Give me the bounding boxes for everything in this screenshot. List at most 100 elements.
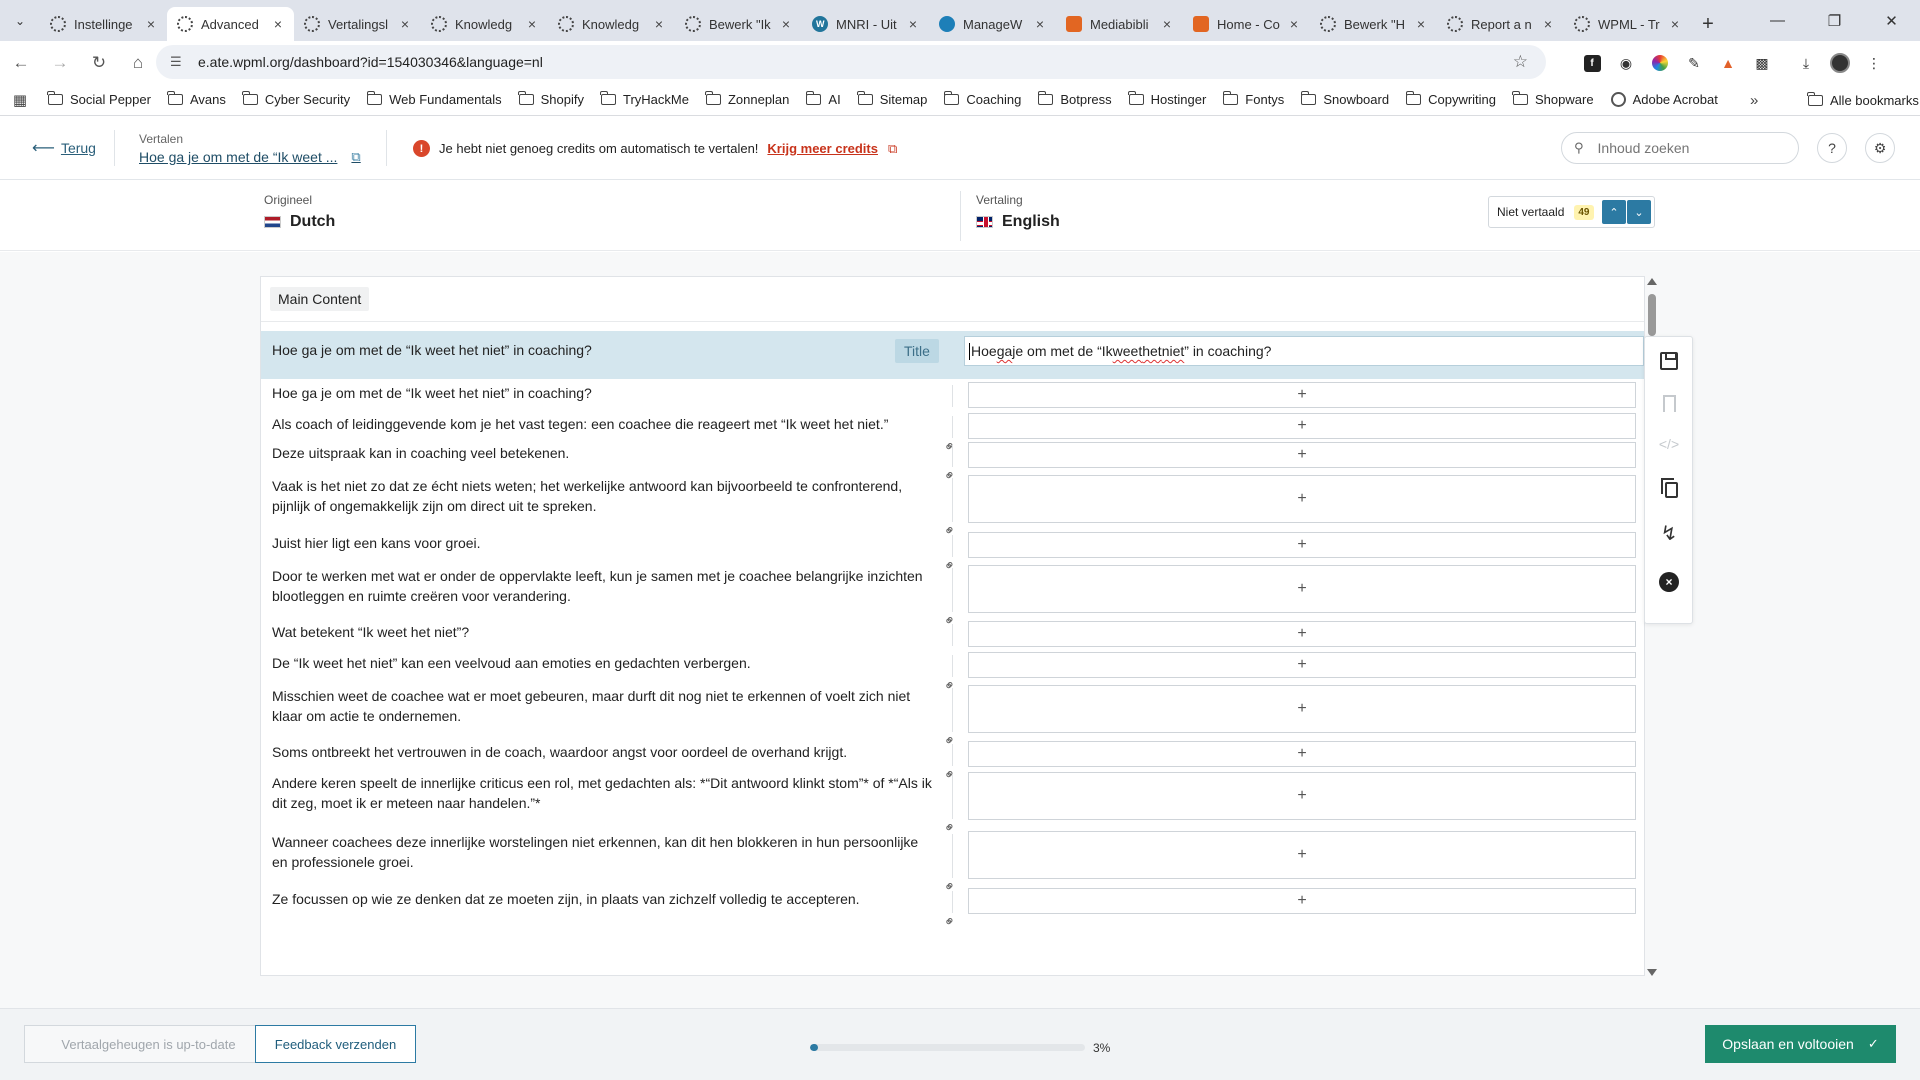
previous-segment-button[interactable]: ⌃ (1602, 200, 1626, 224)
segment-row[interactable]: Door te werken met wat er onder de opper… (261, 562, 1644, 630)
scroll-up-icon[interactable] (1647, 278, 1657, 285)
back-link[interactable]: ⟵ Terug (32, 138, 96, 158)
close-tab-icon[interactable]: × (524, 16, 540, 32)
spelling-error-word[interactable]: het (1142, 343, 1161, 359)
add-translation-field[interactable]: + (968, 772, 1636, 820)
document-title[interactable]: Hoe ga je om met de “Ik weet ... (139, 149, 337, 165)
bookmark-label[interactable]: Avans (190, 92, 226, 107)
close-tab-icon[interactable]: × (143, 16, 159, 32)
document-title-link[interactable]: Hoe ga je om met de “Ik weet ... ⧉ (139, 149, 361, 165)
close-tab-icon[interactable]: × (270, 16, 286, 32)
bookmark-label[interactable]: Zonneplan (728, 92, 789, 107)
restore-icon[interactable]: ❐ (1806, 0, 1863, 41)
bookmark-label[interactable]: Coaching (966, 92, 1021, 107)
browser-tab[interactable]: MNRI - Uit× (802, 7, 929, 41)
bookmark-item[interactable]: Web Fundamentals (359, 87, 511, 113)
link-segments-icon[interactable]: ⚭ (940, 911, 960, 931)
bookmark-item[interactable]: Shopify (511, 87, 593, 113)
tab-label[interactable]: Knowledg (455, 17, 524, 32)
address-bar[interactable]: ☰ e.ate.wpml.org/dashboard?id=154030346&… (156, 45, 1546, 79)
tab-label[interactable]: ManageW (963, 17, 1032, 32)
close-tab-icon[interactable]: × (1413, 16, 1429, 32)
plus-icon[interactable]: + (1297, 386, 1306, 404)
extension-f-icon[interactable]: f (1575, 50, 1609, 76)
bookmark-item[interactable]: Social Pepper (40, 87, 160, 113)
plus-icon[interactable]: + (1297, 892, 1306, 910)
kebab-menu-icon[interactable]: ⋮ (1857, 50, 1891, 76)
next-segment-button[interactable]: ⌄ (1627, 200, 1651, 224)
active-segment-row[interactable]: Hoe ga je om met de “Ik weet het niet” i… (261, 331, 1644, 379)
active-translation-input[interactable]: Hoe ga je om met de “Ik weet het niet” i… (964, 336, 1644, 366)
tab-label[interactable]: Instellinge (74, 17, 143, 32)
close-tab-icon[interactable]: × (1540, 16, 1556, 32)
plus-icon[interactable]: + (1297, 787, 1306, 805)
segment-row[interactable]: Andere keren speelt de innerlijke critic… (261, 769, 1644, 837)
plus-icon[interactable]: + (1297, 656, 1306, 674)
target-text[interactable]: ” in coaching? (1184, 343, 1271, 359)
download-icon[interactable]: ⤓ (1789, 50, 1823, 76)
puzzle-icon[interactable]: ▩ (1745, 50, 1779, 76)
close-segment-button[interactable]: × (1645, 562, 1693, 602)
segment-row[interactable]: Misschien weet de coachee wat er moet ge… (261, 682, 1644, 750)
segment-row[interactable]: De “Ik weet het niet” kan een veelvoud a… (261, 649, 1644, 695)
tab-label[interactable]: WPML - Tr (1598, 17, 1667, 32)
bookmark-item[interactable]: Coaching (936, 87, 1030, 113)
plus-icon[interactable]: + (1297, 446, 1306, 464)
external-link-icon[interactable]: ⧉ (888, 141, 897, 157)
close-tab-icon[interactable]: × (1159, 16, 1175, 32)
spelling-error-word[interactable]: niet (1162, 343, 1185, 359)
copy-source-button[interactable] (1645, 468, 1693, 508)
external-link-icon[interactable]: ⧉ (351, 149, 360, 165)
bookmark-item[interactable]: Zonneplan (698, 87, 798, 113)
add-translation-field[interactable]: + (968, 831, 1636, 879)
bookmark-label[interactable]: Social Pepper (70, 92, 151, 107)
url-text[interactable]: e.ate.wpml.org/dashboard?id=154030346&la… (198, 54, 543, 70)
add-translation-field[interactable]: + (968, 741, 1636, 767)
tab-label[interactable]: Report a n (1471, 17, 1540, 32)
bookmark-item[interactable]: Avans (160, 87, 235, 113)
code-tags-button[interactable]: </> (1645, 424, 1693, 464)
browser-tab[interactable]: Knowledg × (421, 7, 548, 41)
segment-row[interactable]: Juist hier ligt een kans voor groei. + ⚭ (261, 529, 1644, 575)
save-segment-button[interactable] (1645, 341, 1693, 381)
back-arrow-icon[interactable]: ← (3, 45, 39, 81)
bookmark-item[interactable]: Sitemap (850, 87, 937, 113)
send-feedback-button[interactable]: Feedback verzenden (255, 1025, 416, 1063)
target-text[interactable]: Hoe (971, 343, 997, 359)
segment-row[interactable]: Ze focussen op wie ze denken dat ze moet… (261, 885, 1644, 931)
plus-icon[interactable]: + (1297, 700, 1306, 718)
segment-row[interactable]: Vaak is het niet zo dat ze écht niets we… (261, 472, 1644, 540)
segment-row[interactable]: Wanneer coachees deze innerlijke worstel… (261, 828, 1644, 896)
browser-tab[interactable]: Instellinge × (40, 7, 167, 41)
close-tab-icon[interactable]: × (1667, 16, 1683, 32)
add-translation-field[interactable]: + (968, 475, 1636, 523)
add-translation-field[interactable]: + (968, 382, 1636, 408)
browser-tab[interactable]: Bewerk "H × (1310, 7, 1437, 41)
browser-tab[interactable]: ManageW × (929, 7, 1056, 41)
plus-icon[interactable]: + (1297, 580, 1306, 598)
plus-icon[interactable]: + (1297, 417, 1306, 435)
bookmark-label[interactable]: Botpress (1060, 92, 1111, 107)
bookmark-item[interactable]: Fontys (1215, 87, 1293, 113)
all-bookmarks[interactable]: Alle bookmarks (1800, 87, 1920, 113)
bookmark-label[interactable]: Adobe Acrobat (1633, 92, 1718, 107)
bookmark-label[interactable]: AI (828, 92, 840, 107)
forward-arrow-icon[interactable]: → (42, 45, 78, 81)
bookmark-label[interactable]: Snowboard (1323, 92, 1389, 107)
scroll-thumb[interactable] (1648, 294, 1656, 336)
add-translation-field[interactable]: + (968, 652, 1636, 678)
plus-icon[interactable]: + (1297, 536, 1306, 554)
bookmark-label[interactable]: Shopware (1535, 92, 1594, 107)
browser-tab[interactable]: Home - Co × (1183, 7, 1310, 41)
tab-label[interactable]: Bewerk "H (1344, 17, 1413, 32)
tab-search-chevron-icon[interactable]: ⌄ (0, 0, 40, 41)
browser-tab[interactable]: Bewerk "Ik × (675, 7, 802, 41)
eyedropper-icon[interactable]: ✎ (1677, 50, 1711, 76)
tab-label[interactable]: Home - Co (1217, 17, 1286, 32)
browser-tab[interactable]: Mediabibli × (1056, 7, 1183, 41)
content-search[interactable]: ⚲ (1561, 132, 1799, 164)
bookmark-label[interactable]: Hostinger (1151, 92, 1207, 107)
get-more-credits-link[interactable]: Krijg meer credits (767, 141, 878, 156)
add-translation-field[interactable]: + (968, 442, 1636, 468)
plus-icon[interactable]: + (1297, 490, 1306, 508)
